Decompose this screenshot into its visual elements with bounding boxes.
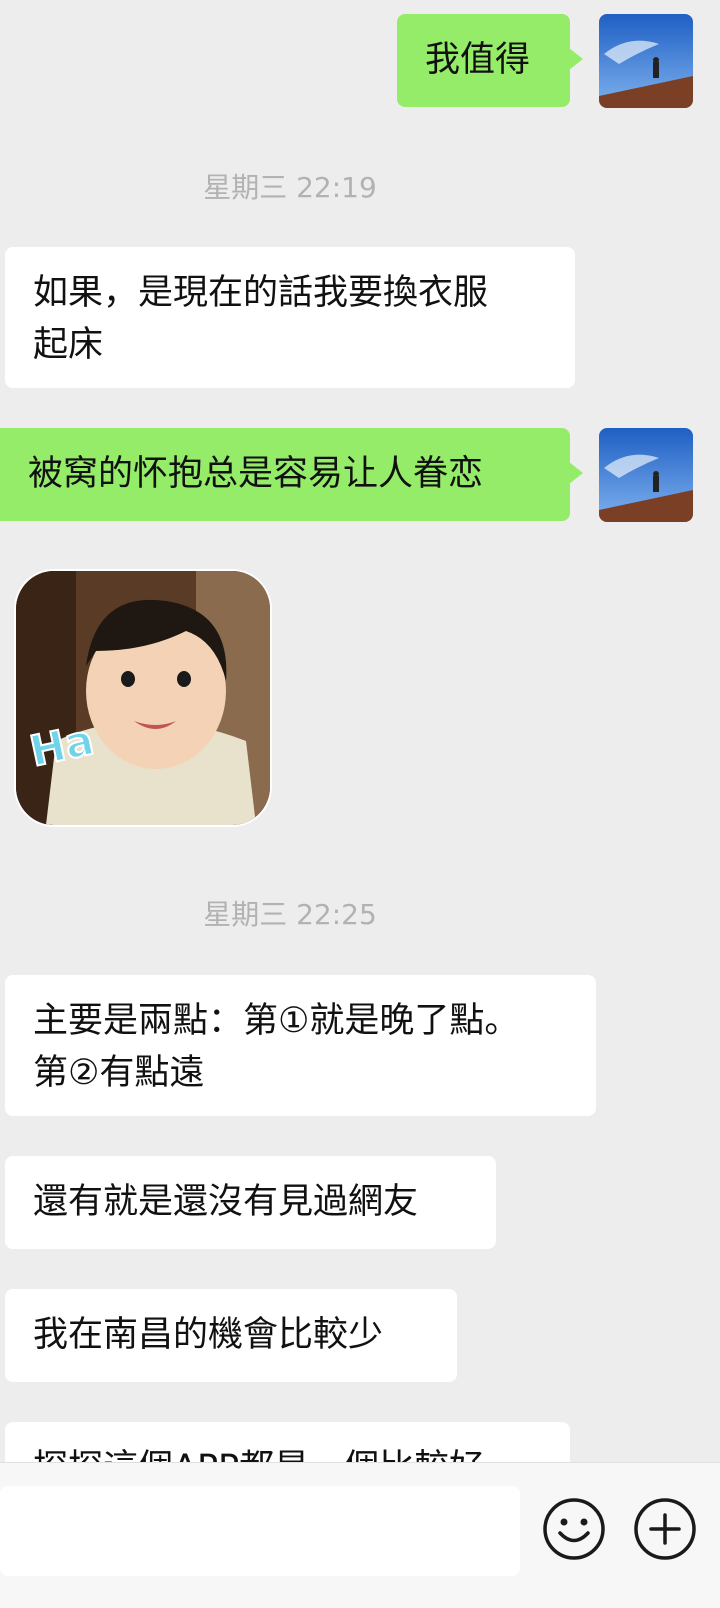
message-text: 還有就是還沒有見過網友 xyxy=(33,1182,419,1222)
message-text-line: 第②有點遠 xyxy=(33,1053,205,1093)
avatar-image xyxy=(599,14,693,108)
outgoing-message-bubble[interactable]: 被窝的怀抱总是容易让人眷恋 xyxy=(0,428,583,521)
message-text: 被窝的怀抱总是容易让人眷恋 xyxy=(28,454,484,494)
incoming-message-bubble[interactable]: 我在南昌的機會比較少 xyxy=(5,1289,457,1382)
incoming-message-bubble[interactable]: 如果，是現在的話我要換衣服 起床 xyxy=(5,247,575,388)
message-text-line: 如果，是現在的話我要換衣服 xyxy=(33,273,489,313)
message-text-line: 起床 xyxy=(33,325,104,365)
message-input[interactable] xyxy=(0,1486,520,1576)
message-text: 我在南昌的機會比較少 xyxy=(33,1315,384,1355)
my-avatar[interactable] xyxy=(599,14,693,108)
child-sticker-image xyxy=(16,571,270,825)
incoming-message-bubble[interactable]: 探探這個APP都是一個比較好 xyxy=(5,1422,570,1462)
smiley-face-icon xyxy=(543,1498,605,1560)
message-text: 探探這個APP都是一個比較好 xyxy=(33,1448,484,1462)
chat-message-list[interactable]: 我值得 星期三 22:19 如果，是現在的話我要換衣服 起床 被窝的怀抱总是容易… xyxy=(0,0,720,1462)
sticker-message[interactable]: Ha xyxy=(16,571,270,825)
incoming-message-bubble[interactable]: 還有就是還沒有見過網友 xyxy=(5,1156,496,1249)
my-avatar[interactable] xyxy=(599,428,693,522)
more-button[interactable] xyxy=(632,1496,698,1562)
timestamp: 星期三 22:25 xyxy=(203,898,377,931)
emoji-button[interactable] xyxy=(541,1496,607,1562)
avatar-image xyxy=(599,428,693,522)
incoming-message-bubble[interactable]: 主要是兩點：第①就是晚了點。 第②有點遠 xyxy=(5,975,596,1116)
message-text-line: 主要是兩點：第①就是晚了點。 xyxy=(33,1001,520,1041)
message-text: 我值得 xyxy=(425,40,531,80)
outgoing-message-bubble[interactable]: 我值得 xyxy=(397,14,583,107)
timestamp: 星期三 22:19 xyxy=(203,171,377,204)
input-bar xyxy=(0,1462,720,1608)
plus-circle-icon xyxy=(634,1498,696,1560)
